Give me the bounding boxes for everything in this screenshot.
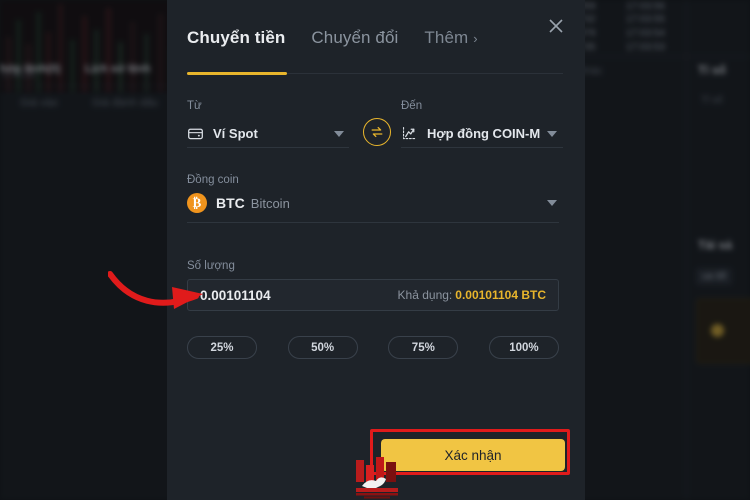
coin-selector[interactable]: ₿ BTC Bitcoin xyxy=(187,193,290,213)
available-label: Khả dụng: xyxy=(397,288,453,302)
coin-underline xyxy=(187,222,559,223)
to-chevron-down-icon[interactable] xyxy=(547,131,557,137)
coin-label: Đồng coin xyxy=(187,174,239,186)
percent-button-100[interactable]: 100% xyxy=(488,336,559,359)
percent-button-25[interactable]: 25% xyxy=(187,336,257,359)
from-wallet-value: Ví Spot xyxy=(213,125,258,141)
modal-tabs: Chuyển tiền Chuyển đổi Thêm › xyxy=(187,28,478,48)
amount-value: 0.00101104 xyxy=(200,287,271,303)
amount-label: Số lượng xyxy=(187,260,235,272)
active-tab-indicator xyxy=(187,72,287,75)
tab-them[interactable]: Thêm › xyxy=(424,28,477,48)
coin-symbol: BTC xyxy=(216,195,245,211)
from-chevron-down-icon[interactable] xyxy=(334,131,344,137)
tab-chuyen-tien[interactable]: Chuyển tiền xyxy=(187,28,285,48)
to-wallet-value: Hợp đồng COIN-M xyxy=(427,125,541,141)
to-label: Đến xyxy=(401,100,423,112)
bitcoin-icon: ₿ xyxy=(187,193,207,213)
from-label: Từ xyxy=(187,100,202,112)
from-wallet-selector[interactable]: Ví Spot xyxy=(187,120,337,146)
percent-button-50[interactable]: 50% xyxy=(287,336,358,359)
from-underline xyxy=(187,147,349,148)
available-value: 0.00101104 BTC xyxy=(455,288,546,302)
chevron-right-icon: › xyxy=(473,30,478,46)
tab-chuyen-doi[interactable]: Chuyển đổi xyxy=(311,28,398,48)
wallet-icon xyxy=(187,125,204,142)
app-screen: (0.0015) hớp lệnh(0) Lịch sử lệnh Giá và… xyxy=(0,0,750,500)
bull-logo-watermark xyxy=(352,456,404,500)
transfer-modal: Chuyển tiền Chuyển đổi Thêm › Từ Ví Spot xyxy=(167,0,585,500)
tab-them-label: Thêm xyxy=(424,28,469,47)
coin-name: Bitcoin xyxy=(250,195,290,211)
close-icon[interactable] xyxy=(543,13,569,39)
to-wallet-selector[interactable]: Hợp đồng COIN-M xyxy=(401,120,561,146)
to-underline xyxy=(401,147,563,148)
available-balance: Khả dụng: 0.00101104 BTC xyxy=(398,288,546,302)
swap-direction-button[interactable] xyxy=(363,118,391,146)
amount-input[interactable]: 0.00101104 Khả dụng: 0.00101104 BTC xyxy=(187,279,559,311)
trending-chart-icon xyxy=(401,125,418,142)
coin-chevron-down-icon[interactable] xyxy=(547,200,557,206)
percent-button-75[interactable]: 75% xyxy=(388,336,459,359)
confirm-button[interactable]: Xác nhận xyxy=(381,439,565,471)
percent-buttons: 25% 50% 75% 100% xyxy=(187,336,559,359)
